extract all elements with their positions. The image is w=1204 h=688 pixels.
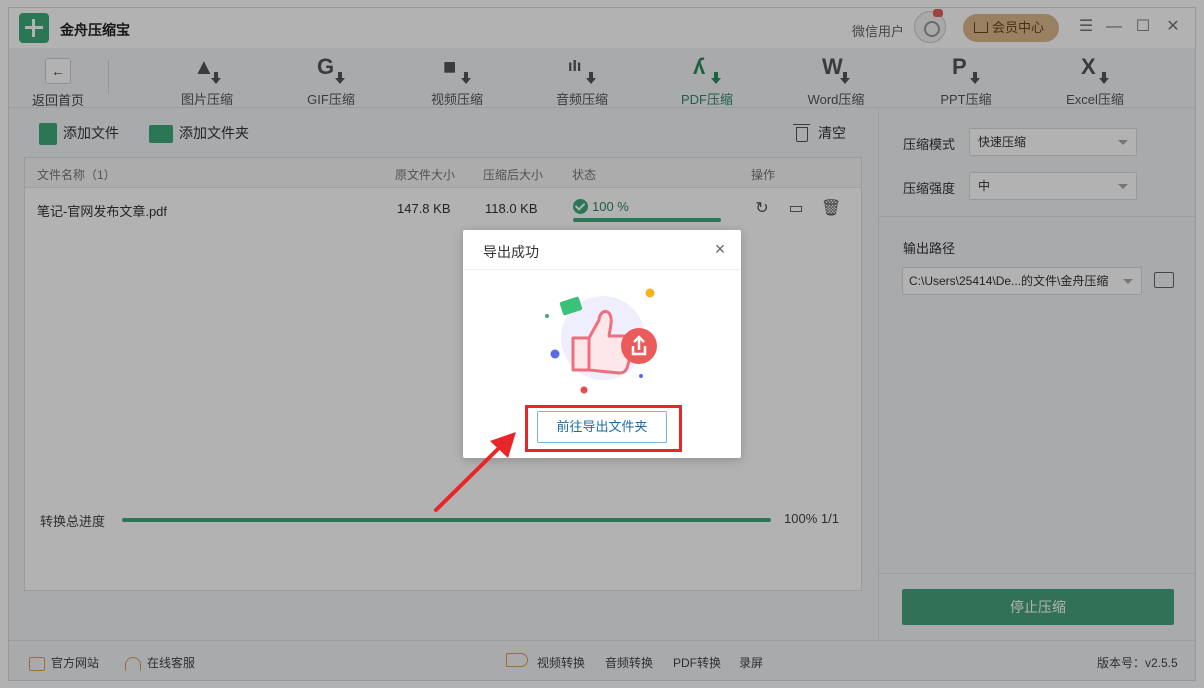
- annotation-arrow-icon: [434, 432, 516, 512]
